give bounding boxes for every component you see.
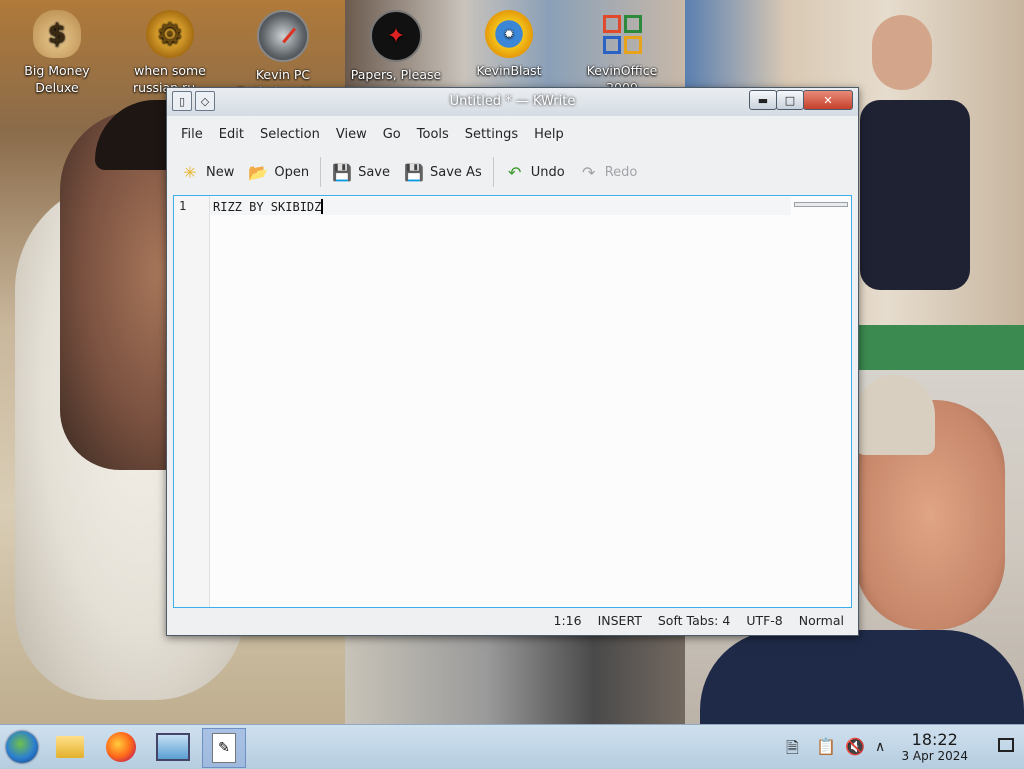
editor-text: RIZZ BY SKIBIDZ bbox=[213, 200, 322, 214]
close-button[interactable]: ✕ bbox=[803, 90, 853, 110]
desktop-icon-big-money-deluxe[interactable]: $ Big Money Deluxe bbox=[7, 0, 107, 96]
desktop-icon-label: KevinBlast bbox=[476, 63, 542, 78]
office-icon bbox=[598, 10, 646, 58]
monitor-icon bbox=[156, 733, 190, 761]
toolbar-separator bbox=[320, 157, 322, 187]
save-as-button-label: Save As bbox=[430, 164, 482, 180]
money-bag-icon: $ bbox=[33, 10, 81, 58]
undo-button-label: Undo bbox=[530, 164, 565, 180]
save-disk-icon: 💾 bbox=[332, 162, 353, 182]
tray-expand-chevron-icon[interactable]: ∧ bbox=[875, 739, 885, 755]
papers-please-icon: ✦ bbox=[370, 10, 422, 62]
cursor-position[interactable]: 1:16 bbox=[546, 613, 590, 628]
taskbar-firefox[interactable] bbox=[100, 728, 142, 766]
save-as-icon: 💾 bbox=[404, 162, 424, 182]
minimap-viewport[interactable] bbox=[794, 202, 848, 207]
clock-date: 3 Apr 2024 bbox=[901, 749, 968, 763]
gear-icon: ⚙ bbox=[146, 10, 194, 58]
wallpaper-cap bbox=[855, 375, 935, 455]
input-mode[interactable]: Normal bbox=[791, 613, 852, 628]
kevinblast-icon: ✹ bbox=[485, 10, 533, 58]
tab-settings[interactable]: Soft Tabs: 4 bbox=[650, 613, 738, 628]
open-folder-icon: 📂 bbox=[248, 162, 269, 182]
toolbar-separator bbox=[492, 157, 494, 187]
desktop-icon-label: Big Money Deluxe bbox=[24, 63, 90, 95]
show-desktop-icon[interactable] bbox=[998, 738, 1014, 752]
line-number-gutter: 1 bbox=[174, 196, 210, 607]
minimize-button[interactable]: ▬ bbox=[749, 90, 777, 110]
window-titlebar[interactable]: ▯ ◇ Untitled * — KWrite ▬ □ ✕ bbox=[167, 88, 858, 116]
new-button[interactable]: ✳ New bbox=[173, 156, 241, 188]
status-bar: 1:16 INSERT Soft Tabs: 4 UTF-8 Normal bbox=[173, 609, 852, 631]
menu-edit[interactable]: Edit bbox=[211, 127, 252, 142]
start-button[interactable] bbox=[1, 728, 43, 766]
text-editor-area[interactable]: 1 RIZZ BY SKIBIDZ bbox=[173, 195, 852, 608]
redo-button-label: Redo bbox=[604, 164, 638, 180]
wallpaper-green-strip bbox=[840, 325, 1024, 375]
minimap-scrollbar[interactable] bbox=[791, 196, 851, 607]
undo-button[interactable]: ↶ Undo bbox=[498, 156, 572, 188]
text-cursor bbox=[321, 199, 323, 214]
tray-notes-icon[interactable]: 🗎 bbox=[786, 737, 799, 764]
redo-button[interactable]: ↷ Redo bbox=[572, 156, 645, 188]
taskbar: ✎ 🗎 📋 🔇 ∧ 18:22 3 Apr 2024 bbox=[0, 724, 1024, 769]
menu-tools[interactable]: Tools bbox=[409, 127, 457, 142]
close-icon: ✕ bbox=[823, 93, 833, 107]
clock-time: 18:22 bbox=[911, 730, 958, 749]
maximize-button[interactable]: □ bbox=[776, 90, 804, 110]
kwrite-icon: ✎ bbox=[212, 733, 236, 763]
menu-go[interactable]: Go bbox=[375, 127, 409, 142]
encoding[interactable]: UTF-8 bbox=[738, 613, 790, 628]
kwrite-window: ▯ ◇ Untitled * — KWrite ▬ □ ✕ File Edit … bbox=[166, 87, 859, 636]
taskbar-kwrite[interactable]: ✎ bbox=[202, 728, 246, 768]
minimize-icon: ▬ bbox=[757, 93, 769, 107]
desktop-icon-label: Papers, Please bbox=[350, 67, 442, 82]
maximize-icon: □ bbox=[784, 93, 796, 107]
undo-arrow-icon: ↶ bbox=[508, 162, 522, 182]
taskbar-clock[interactable]: 18:22 3 Apr 2024 bbox=[901, 730, 968, 764]
open-button[interactable]: 📂 Open bbox=[241, 156, 316, 188]
wallpaper-face-kid bbox=[872, 15, 932, 90]
menu-file[interactable]: File bbox=[173, 127, 211, 142]
firefox-icon bbox=[106, 732, 136, 762]
desktop-icon-russian[interactable]: ⚙ when some russian ru... bbox=[120, 0, 220, 96]
menu-settings[interactable]: Settings bbox=[457, 127, 526, 142]
folder-icon bbox=[56, 736, 84, 758]
start-orb-icon bbox=[6, 731, 38, 763]
save-as-button[interactable]: 💾 Save As bbox=[397, 156, 489, 188]
desktop-icon-kevinblast[interactable]: ✹ KevinBlast bbox=[459, 0, 559, 79]
new-document-icon: ✳ bbox=[183, 162, 197, 182]
save-button-label: Save bbox=[358, 164, 391, 180]
desktop-icon-kevinoffice[interactable]: KevinOffice 2009 bbox=[572, 0, 672, 96]
gauge-icon bbox=[257, 10, 309, 62]
menu-bar: File Edit Selection View Go Tools Settin… bbox=[173, 118, 852, 150]
open-button-label: Open bbox=[274, 164, 310, 180]
wallpaper-tshirt bbox=[700, 630, 1024, 724]
tray-clipboard-icon[interactable]: 📋 bbox=[816, 737, 836, 756]
wallpaper-shirt bbox=[860, 100, 970, 290]
menu-selection[interactable]: Selection bbox=[252, 127, 328, 142]
desktop-icon-kevin-pc-optimizer[interactable]: Kevin PC Optimizer Ho... bbox=[233, 0, 333, 100]
tray-muted-volume-icon[interactable]: 🔇 bbox=[845, 737, 865, 756]
menu-help[interactable]: Help bbox=[526, 127, 572, 142]
desktop-icon-papers-please[interactable]: ✦ Papers, Please bbox=[346, 0, 446, 83]
menu-view[interactable]: View bbox=[328, 127, 375, 142]
wallpaper-bottom-panel bbox=[345, 630, 700, 724]
taskbar-file-manager[interactable] bbox=[49, 728, 91, 766]
line-number: 1 bbox=[179, 199, 187, 213]
redo-arrow-icon: ↷ bbox=[582, 162, 596, 182]
editor-text-line[interactable]: RIZZ BY SKIBIDZ bbox=[213, 199, 323, 214]
edit-mode[interactable]: INSERT bbox=[590, 613, 650, 628]
new-button-label: New bbox=[206, 164, 235, 180]
main-toolbar: ✳ New 📂 Open 💾 Save 💾 Save As ↶ Undo ↷ R… bbox=[173, 152, 852, 192]
taskbar-system-settings[interactable] bbox=[152, 728, 194, 766]
save-button[interactable]: 💾 Save bbox=[325, 156, 397, 188]
